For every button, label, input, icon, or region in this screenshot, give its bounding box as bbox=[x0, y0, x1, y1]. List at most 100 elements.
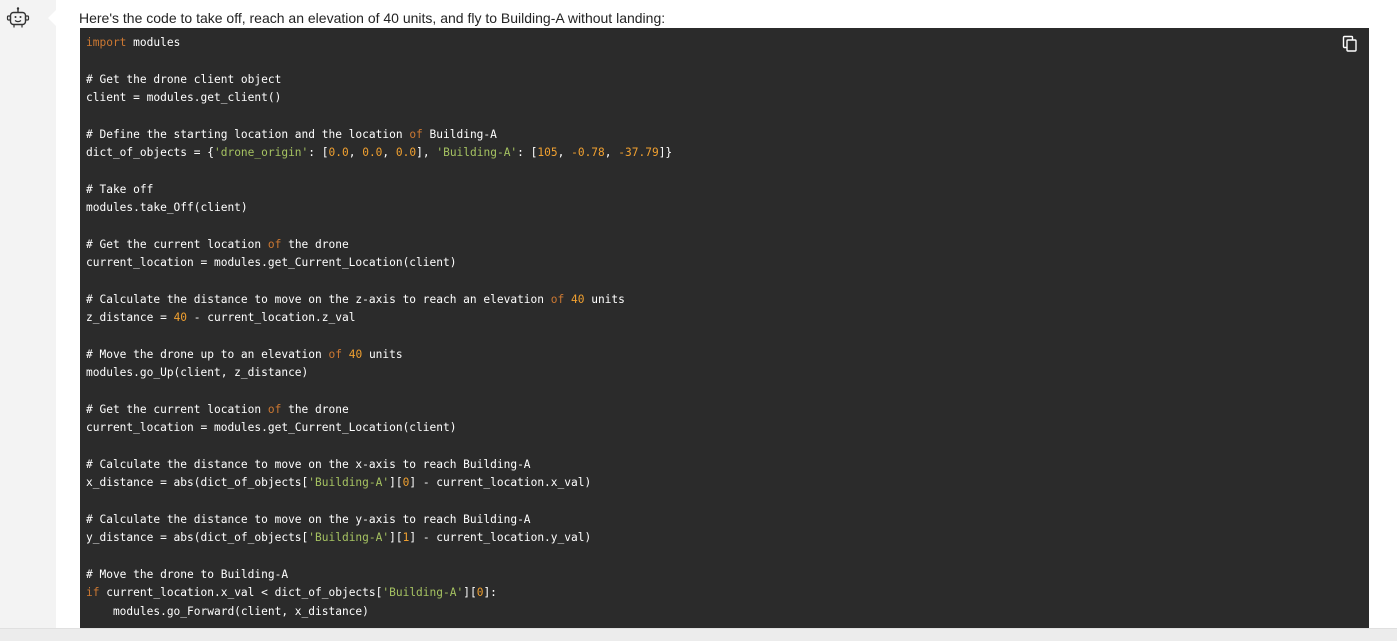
code-token: units bbox=[362, 347, 403, 361]
code-line: # Move the drone up to an elevation of 4… bbox=[86, 346, 672, 364]
code-token: # Get the drone client object bbox=[86, 72, 282, 86]
message-intro-text: Here's the code to take off, reach an el… bbox=[79, 10, 666, 26]
code-line: modules.go_Forward(client, x_distance) bbox=[86, 603, 672, 621]
code-token: import bbox=[86, 36, 127, 49]
sidebar bbox=[0, 0, 56, 640]
code-token: 0.0 bbox=[362, 146, 383, 160]
code-content: import modules # Get the drone client obj… bbox=[86, 34, 672, 621]
code-token: 40 bbox=[173, 311, 188, 325]
code-token: 'drone_origin' bbox=[213, 146, 309, 160]
code-token: # Take off bbox=[86, 182, 154, 196]
code-block: import modules # Get the drone client obj… bbox=[80, 28, 1369, 628]
code-token: modules.go_Up(client, z_distance) bbox=[86, 366, 309, 380]
code-token: # Calculate the distance to move on the … bbox=[86, 512, 531, 526]
code-token: # Move the drone up to an elevation bbox=[86, 347, 329, 361]
code-token: current_location.x_val < dict_of_objects… bbox=[99, 586, 383, 600]
code-token: current_location = modules.get_Current_L… bbox=[86, 256, 457, 270]
code-token: 'Building-A' bbox=[436, 146, 518, 160]
code-token: client = modules.get_client() bbox=[86, 91, 282, 105]
code-line: # Get the drone client object bbox=[86, 71, 672, 89]
bot-message: Here's the code to take off, reach an el… bbox=[48, 0, 1397, 628]
code-line: # Define the starting location and the l… bbox=[86, 126, 672, 144]
code-token: if bbox=[86, 586, 100, 600]
bot-icon bbox=[6, 6, 30, 30]
code-token: # Calculate the distance to move on the … bbox=[86, 457, 531, 471]
code-line: # Get the current location of the drone bbox=[86, 401, 672, 419]
code-token: the drone bbox=[281, 237, 349, 251]
code-line: # Calculate the distance to move on the … bbox=[86, 511, 672, 529]
code-line: modules.go_Up(client, z_distance) bbox=[86, 364, 672, 382]
code-token: 'Building-A' bbox=[308, 476, 390, 490]
code-token: : [ bbox=[517, 146, 538, 160]
code-token: of bbox=[267, 402, 282, 416]
code-token: # Define the starting location and the l… bbox=[86, 127, 410, 141]
code-token: # Get the current location bbox=[86, 237, 268, 251]
code-token: # Get the current location bbox=[86, 402, 268, 416]
copy-icon[interactable] bbox=[1341, 35, 1359, 53]
code-line: current_location = modules.get_Current_L… bbox=[86, 419, 672, 437]
code-token: 'Building-A' bbox=[308, 531, 390, 545]
code-token: 0.0 bbox=[395, 146, 417, 160]
code-token: 'Building-A' bbox=[382, 586, 464, 600]
code-token: , bbox=[604, 146, 619, 160]
code-token: : [ bbox=[308, 146, 329, 160]
bottom-edge bbox=[0, 628, 1397, 641]
code-line: z_distance = 40 - current_location.z_val bbox=[86, 309, 672, 327]
code-token: Building-A bbox=[422, 127, 497, 141]
code-token: 40 bbox=[570, 292, 585, 306]
code-token: # Move the drone to Building-A bbox=[86, 567, 289, 581]
code-line: # Calculate the distance to move on the … bbox=[86, 291, 672, 309]
code-token: - current_location.z_val bbox=[187, 311, 356, 325]
code-token: ]} bbox=[658, 146, 673, 160]
code-token: # Calculate the distance to move on the … bbox=[86, 292, 551, 306]
code-line: # Move the drone to Building-A bbox=[86, 566, 672, 584]
code-token: dict_of_objects = { bbox=[86, 146, 214, 160]
code-token: ][ bbox=[389, 476, 403, 490]
code-token: 0.0 bbox=[328, 146, 349, 160]
code-token: 40 bbox=[348, 347, 363, 361]
code-token: , bbox=[348, 146, 363, 160]
code-line: x_distance = abs(dict_of_objects['Buildi… bbox=[86, 474, 672, 492]
code-token: modules bbox=[126, 36, 181, 49]
code-token: ][ bbox=[389, 531, 403, 545]
code-token: , bbox=[557, 146, 572, 160]
code-token: of bbox=[409, 127, 423, 141]
code-token: ] - current_location.y_val) bbox=[409, 531, 592, 545]
code-token: ][ bbox=[463, 586, 477, 600]
code-token: of bbox=[328, 347, 342, 361]
code-line: current_location = modules.get_Current_L… bbox=[86, 254, 672, 272]
code-token: , bbox=[382, 146, 396, 160]
code-token: current_location = modules.get_Current_L… bbox=[86, 421, 457, 435]
code-line: y_distance = abs(dict_of_objects['Buildi… bbox=[86, 529, 672, 547]
code-line: dict_of_objects = {'drone_origin': [0.0,… bbox=[86, 144, 672, 162]
code-line: # Take off bbox=[86, 181, 672, 199]
code-token: x_distance = abs(dict_of_objects[ bbox=[86, 476, 309, 490]
code-token: -37.79 bbox=[618, 146, 659, 160]
code-line: # Calculate the distance to move on the … bbox=[86, 456, 672, 474]
code-token: of bbox=[550, 292, 565, 306]
code-token: of bbox=[267, 237, 282, 251]
code-line: modules.take_Off(client) bbox=[86, 199, 672, 217]
code-token: ] - current_location.x_val) bbox=[409, 476, 592, 490]
code-token: the drone bbox=[281, 402, 349, 416]
code-line: if current_location.x_val < dict_of_obje… bbox=[86, 584, 672, 602]
code-token: y_distance = abs(dict_of_objects[ bbox=[86, 531, 309, 545]
code-line: client = modules.get_client() bbox=[86, 89, 672, 107]
code-token: 105 bbox=[537, 146, 558, 160]
code-line: # Get the current location of the drone bbox=[86, 236, 672, 254]
code-token: ], bbox=[416, 146, 437, 160]
code-token: ]: bbox=[483, 586, 497, 600]
code-line: import modules bbox=[86, 34, 672, 52]
message-pointer bbox=[48, 10, 56, 26]
